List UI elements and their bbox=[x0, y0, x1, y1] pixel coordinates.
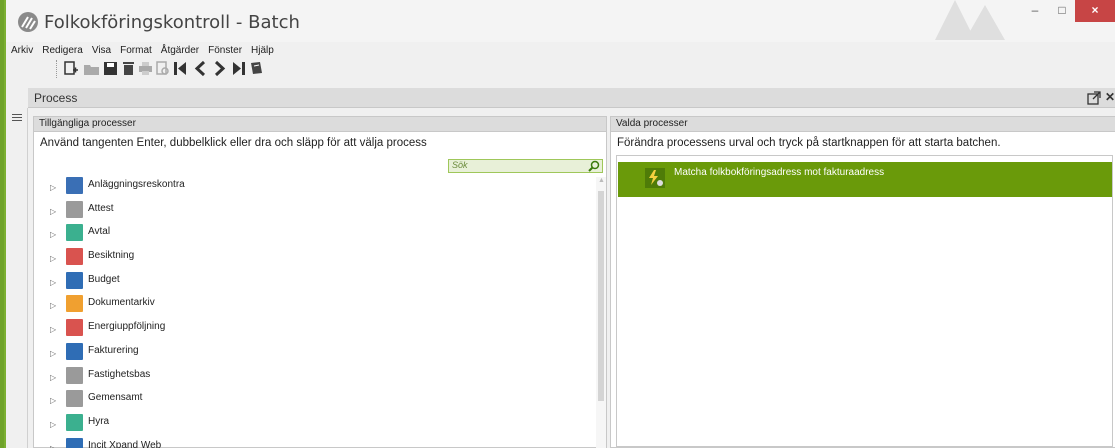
tree-item-label: Fakturering bbox=[88, 344, 139, 356]
process-tree: ▷ Anläggningsreskontra ▷ Attest ▷ Avtal ▷ Besik… bbox=[34, 177, 594, 448]
title-decoration-icon bbox=[935, 0, 1005, 40]
expand-arrow-icon[interactable]: ▷ bbox=[50, 373, 56, 382]
available-processes-header: Tillgängliga processer bbox=[34, 117, 606, 132]
prev-icon[interactable] bbox=[192, 60, 209, 77]
tree-item-label: Gemensamt bbox=[88, 392, 143, 404]
expand-arrow-icon[interactable]: ▷ bbox=[50, 444, 56, 448]
maximize-button[interactable]: □ bbox=[1049, 0, 1075, 22]
open-icon[interactable] bbox=[83, 60, 100, 77]
expand-arrow-icon[interactable]: ▷ bbox=[50, 254, 56, 263]
tree-item-label: Besiktning bbox=[88, 250, 135, 262]
print-icon[interactable] bbox=[137, 60, 154, 77]
module-icon bbox=[66, 200, 83, 218]
search-placeholder: Sök bbox=[452, 160, 468, 170]
available-processes-pane: Tillgängliga processer Använd tangenten … bbox=[33, 116, 607, 448]
expand-arrow-icon[interactable]: ▷ bbox=[50, 230, 56, 239]
next-icon[interactable] bbox=[211, 60, 228, 77]
tree-item[interactable]: ▷ Dokumentarkiv bbox=[34, 295, 594, 319]
tree-item-label: Energiuppföljning bbox=[88, 321, 166, 333]
tree-item[interactable]: ▷ Energiuppföljning bbox=[34, 319, 594, 343]
module-icon bbox=[66, 248, 83, 266]
module-icon bbox=[66, 224, 83, 242]
expand-arrow-icon[interactable]: ▷ bbox=[50, 325, 56, 334]
panel-close-icon[interactable]: ✕ bbox=[1105, 90, 1115, 104]
toolbar-separator bbox=[56, 60, 57, 78]
search-icon[interactable] bbox=[588, 160, 600, 172]
tree-item-label: Incit Xpand Web bbox=[88, 439, 162, 448]
search-input[interactable]: Sök bbox=[448, 159, 603, 173]
selected-processes-pane: Valda processer Förändra processens urva… bbox=[610, 116, 1115, 448]
tree-item[interactable]: ▷ Fastighetsbas bbox=[34, 366, 594, 391]
tree-item-label: Anläggningsreskontra bbox=[88, 179, 185, 190]
selected-process-row[interactable]: Matcha folkbokföringsadress mot fakturaa… bbox=[618, 162, 1112, 197]
tree-item[interactable]: ▷ Anläggningsreskontra bbox=[34, 177, 594, 201]
tree-item-label: Fastighetsbas bbox=[88, 368, 151, 380]
module-icon bbox=[66, 390, 83, 408]
batch-process-icon bbox=[645, 168, 665, 188]
popout-icon[interactable] bbox=[1087, 91, 1101, 105]
delete-icon[interactable] bbox=[120, 60, 137, 77]
close-button[interactable]: × bbox=[1075, 0, 1115, 22]
tree-item[interactable]: ▷ Budget bbox=[34, 271, 594, 296]
available-processes-hint: Använd tangenten Enter, dubbelklick elle… bbox=[40, 137, 427, 149]
expand-arrow-icon[interactable]: ▷ bbox=[50, 207, 56, 216]
save-icon[interactable] bbox=[102, 60, 119, 77]
first-icon[interactable] bbox=[172, 60, 189, 77]
tree-item[interactable]: ▷ Besiktning bbox=[34, 248, 594, 272]
expand-arrow-icon[interactable]: ▷ bbox=[50, 301, 56, 310]
expand-arrow-icon[interactable]: ▷ bbox=[50, 396, 56, 405]
tree-item[interactable]: ▷ Attest bbox=[34, 200, 594, 225]
module-icon bbox=[66, 342, 83, 360]
minimize-button[interactable]: – bbox=[1021, 0, 1049, 22]
module-icon bbox=[66, 437, 83, 448]
panel-title: Process bbox=[34, 91, 78, 105]
tree-item-label: Hyra bbox=[88, 415, 110, 427]
expand-arrow-icon[interactable]: ▷ bbox=[50, 183, 56, 192]
tree-item[interactable]: ▷ Gemensamt bbox=[34, 390, 594, 414]
selected-processes-hint: Förändra processens urval och tryck på s… bbox=[617, 137, 1001, 149]
app-window: Folkokföringskontroll - Batch – □ × Arki… bbox=[4, 0, 1115, 448]
selected-processes-list: Matcha folkbokföringsadress mot fakturaa… bbox=[616, 155, 1113, 447]
title-bar: Folkokföringskontroll - Batch – □ × bbox=[6, 0, 1115, 42]
expand-arrow-icon[interactable]: ▷ bbox=[50, 278, 56, 287]
selected-processes-header: Valda processer bbox=[611, 117, 1115, 132]
tree-item[interactable]: ▷ Incit Xpand Web bbox=[34, 437, 594, 448]
preview-icon[interactable] bbox=[154, 60, 171, 77]
tree-item-label: Dokumentarkiv bbox=[88, 297, 155, 309]
module-icon bbox=[66, 413, 83, 431]
scroll-thumb[interactable] bbox=[598, 191, 604, 401]
window-title: Folkokföringskontroll - Batch bbox=[44, 12, 300, 33]
book-icon[interactable] bbox=[248, 60, 265, 77]
module-icon bbox=[66, 366, 83, 384]
expand-arrow-icon[interactable]: ▷ bbox=[50, 420, 56, 429]
tree-item-label: Attest bbox=[88, 202, 114, 214]
tree-item[interactable]: ▷ Hyra bbox=[34, 413, 594, 438]
module-icon bbox=[66, 271, 83, 289]
new-icon[interactable] bbox=[62, 60, 79, 77]
module-icon bbox=[66, 295, 83, 313]
tree-item-label: Budget bbox=[88, 273, 120, 285]
expand-arrow-icon[interactable]: ▷ bbox=[50, 349, 56, 358]
tree-item[interactable]: ▷ Fakturering bbox=[34, 342, 594, 367]
tree-scrollbar[interactable]: ▲ bbox=[596, 177, 606, 448]
tree-item-label: Avtal bbox=[88, 226, 111, 238]
module-icon bbox=[66, 177, 83, 194]
last-icon[interactable] bbox=[230, 60, 247, 77]
process-panel-header: Process ✕ bbox=[28, 88, 1115, 108]
module-icon bbox=[66, 319, 83, 337]
selected-process-label: Matcha folkbokföringsadress mot fakturaa… bbox=[674, 167, 885, 178]
scroll-up-icon[interactable]: ▲ bbox=[598, 177, 605, 184]
app-logo-icon bbox=[18, 12, 38, 32]
toolbar bbox=[6, 57, 1115, 79]
hamburger-menu-icon[interactable] bbox=[12, 114, 22, 123]
side-strip bbox=[6, 108, 28, 448]
tree-item[interactable]: ▷ Avtal bbox=[34, 224, 594, 248]
